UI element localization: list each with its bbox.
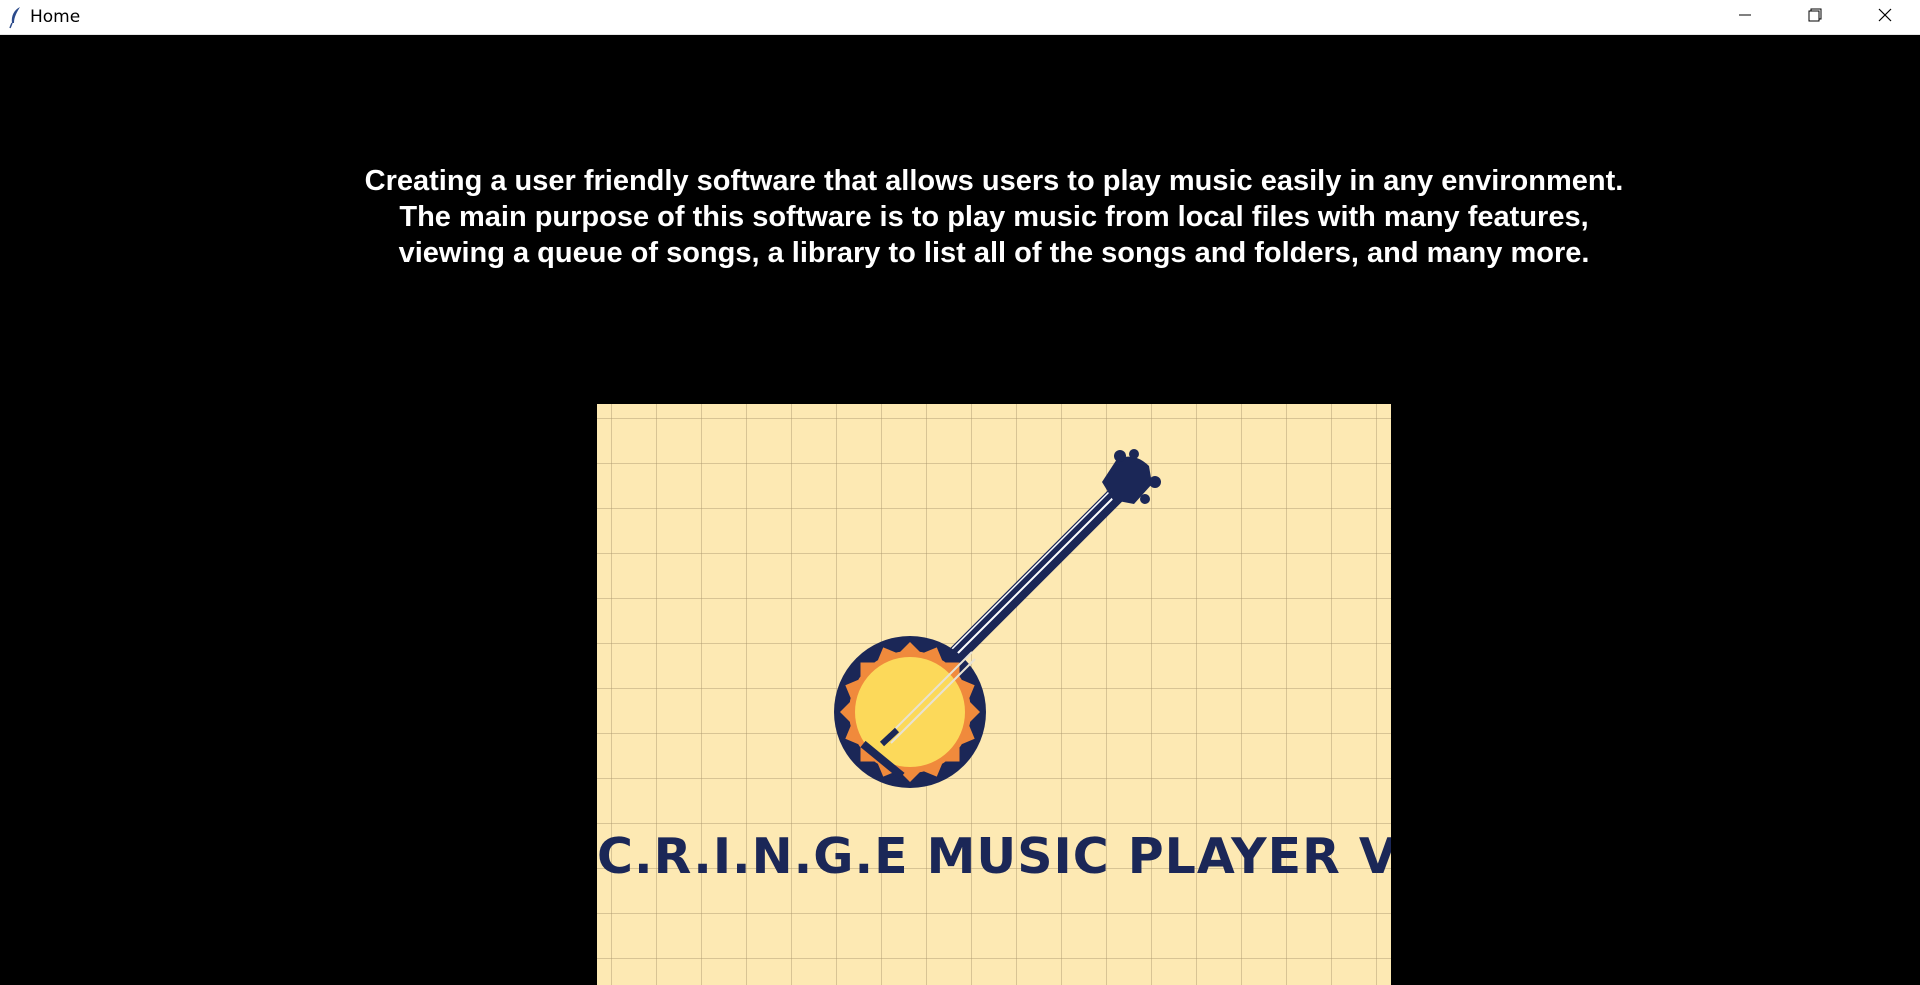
title-bar[interactable]: Home	[0, 0, 1920, 35]
description-line: The main purpose of this software is to …	[399, 201, 1589, 233]
description-line: Creating a user friendly software that a…	[364, 165, 1624, 197]
close-button[interactable]	[1850, 0, 1920, 35]
restore-icon	[1806, 6, 1824, 29]
description-line: viewing a queue of songs, a library to l…	[398, 237, 1590, 269]
minimize-button[interactable]	[1710, 0, 1780, 35]
minimize-icon	[1736, 6, 1754, 29]
window-title: Home	[30, 7, 81, 27]
restore-button[interactable]	[1780, 0, 1850, 35]
window-controls	[1710, 0, 1920, 35]
banjo-icon	[834, 449, 1161, 788]
feather-icon	[6, 5, 26, 29]
close-icon	[1876, 6, 1894, 29]
app-logo: C.R.I.N.G.E MUSIC PLAYER V5	[597, 404, 1391, 985]
logo-text: C.R.I.N.G.E MUSIC PLAYER V5	[597, 828, 1391, 885]
app-description: Creating a user friendly software that a…	[0, 163, 1920, 271]
